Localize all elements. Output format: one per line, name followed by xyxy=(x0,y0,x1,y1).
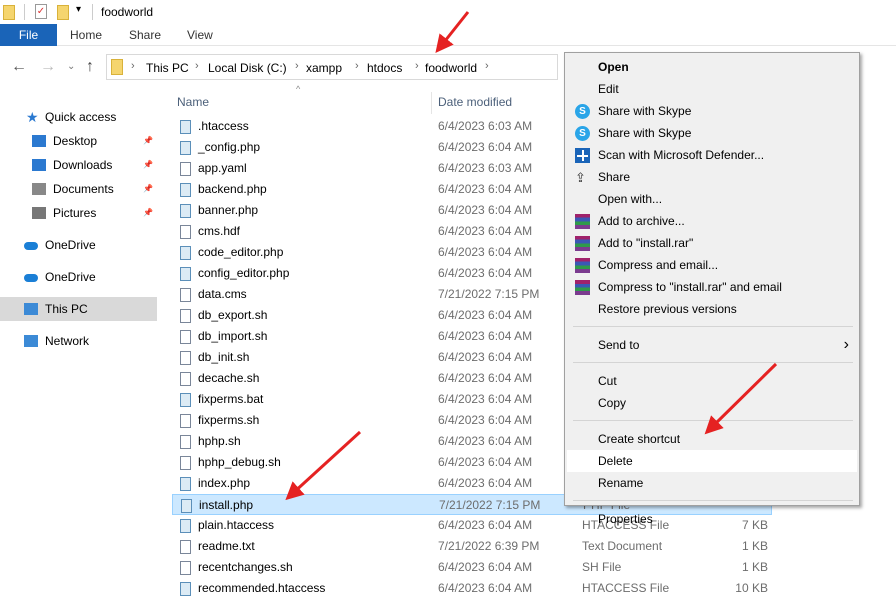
annotation-arrows xyxy=(285,11,778,501)
arrow-to-delete xyxy=(704,362,778,435)
arrow-to-foodworld xyxy=(435,11,470,54)
arrow-to-install-php xyxy=(285,430,362,501)
